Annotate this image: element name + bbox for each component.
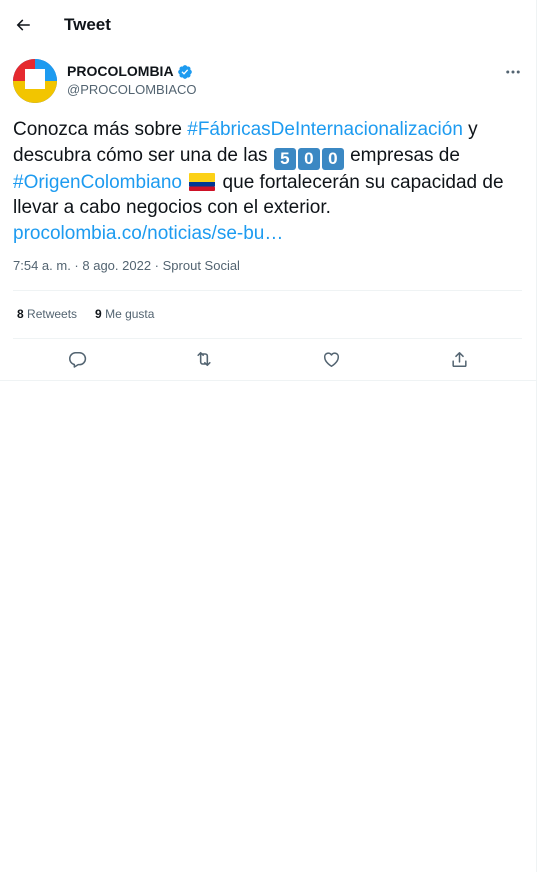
tweet-text-part: Conozca más sobre xyxy=(13,119,188,140)
reply-button[interactable] xyxy=(64,346,90,372)
share-button[interactable] xyxy=(446,346,472,372)
hashtag-link[interactable]: #FábricasDeInternacionalización xyxy=(187,119,463,140)
avatar[interactable] xyxy=(13,59,57,103)
likes-count: 9 xyxy=(95,307,102,321)
tweet-text-part: empresas de xyxy=(344,144,460,166)
meta-separator: · xyxy=(70,258,83,273)
page-title: Tweet xyxy=(64,15,111,34)
verified-badge-icon xyxy=(177,64,192,79)
keycap-digit-emoji: 0 xyxy=(321,147,344,170)
share-icon xyxy=(451,351,467,367)
divider xyxy=(13,290,522,291)
tweet-source[interactable]: Sprout Social xyxy=(163,258,240,273)
page-header: Tweet xyxy=(0,0,537,50)
retweet-button[interactable] xyxy=(191,346,217,372)
tweet-meta: 7:54 a. m. · 8 ago. 2022 · Sprout Social xyxy=(13,258,240,274)
like-icon xyxy=(323,351,339,367)
retweet-icon xyxy=(197,351,211,367)
arrow-left-icon xyxy=(16,19,30,31)
keycap-digit-emoji: 5 xyxy=(273,147,296,170)
hashtag-link[interactable]: #OrigenColombiano xyxy=(13,172,182,193)
procolombia-logo-icon xyxy=(13,59,57,103)
more-icon xyxy=(506,70,520,74)
tweet-column: Tweet PROCOLOMBIA @PROCOLOMBIACO Conozca… xyxy=(0,0,537,872)
like-button[interactable] xyxy=(318,346,344,372)
retweets-count: 8 xyxy=(17,307,24,321)
likes-stat[interactable]: 9 Me gusta xyxy=(95,306,154,322)
tweet-actions xyxy=(13,346,522,372)
retweets-label: Retweets xyxy=(23,307,78,321)
author-name[interactable]: PROCOLOMBIA xyxy=(67,63,174,80)
colombia-flag-icon xyxy=(189,172,216,191)
meta-separator: · xyxy=(151,258,163,273)
retweets-stat[interactable]: 8 Retweets xyxy=(17,306,77,322)
tweet-bottom-border xyxy=(0,380,537,381)
divider xyxy=(13,338,522,339)
author-name-row[interactable]: PROCOLOMBIA xyxy=(67,63,193,80)
tweet-url-link[interactable]: procolombia.co/noticias/se-bu… xyxy=(13,223,283,244)
tweet-text: Conozca más sobre #FábricasDeInternacion… xyxy=(13,117,523,246)
tweet-stats: 8 Retweets 9 Me gusta xyxy=(17,306,172,322)
back-button[interactable] xyxy=(8,8,38,42)
more-options-button[interactable] xyxy=(500,60,526,84)
author-handle[interactable]: @PROCOLOMBIACO xyxy=(67,82,197,98)
keycap-digit-emoji: 0 xyxy=(297,147,320,170)
reply-icon xyxy=(68,351,86,368)
tweet-date[interactable]: 8 ago. 2022 xyxy=(82,258,151,273)
likes-label: Me gusta xyxy=(101,307,155,321)
tweet-time[interactable]: 7:54 a. m. xyxy=(13,258,71,273)
